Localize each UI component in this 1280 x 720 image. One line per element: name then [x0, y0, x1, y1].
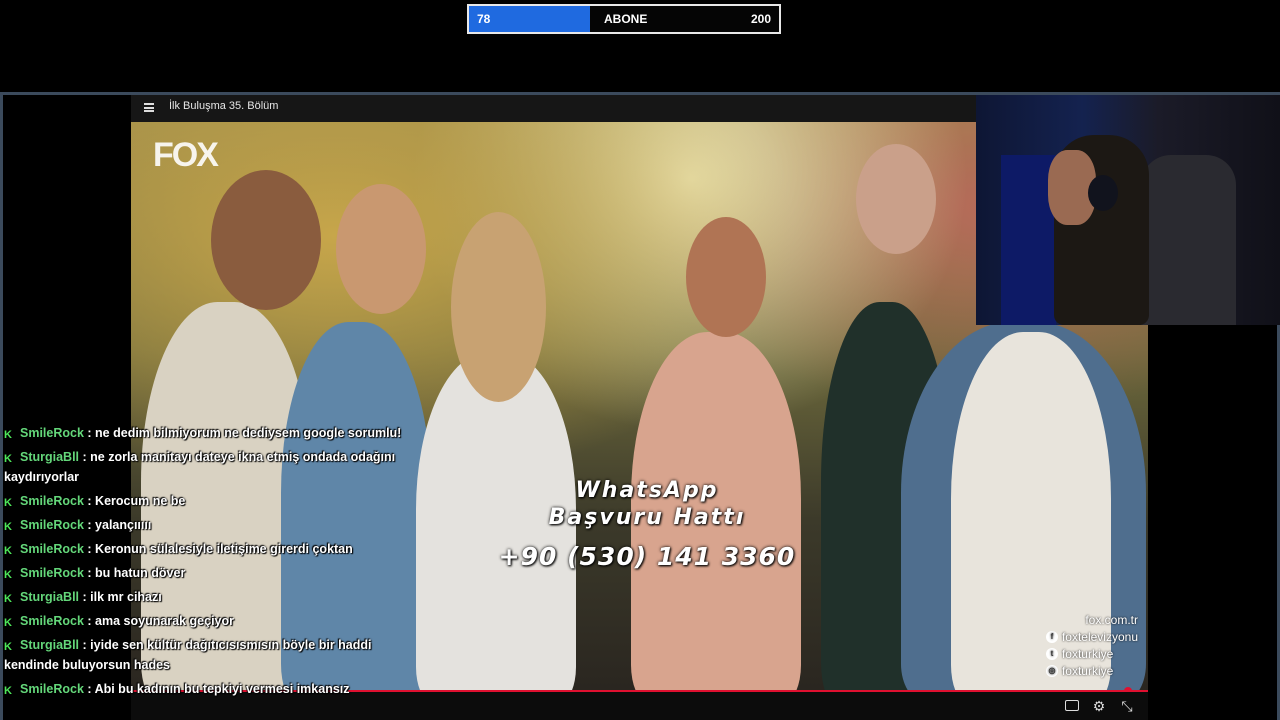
chat-message: K SturgiaBll : ilk mr cihazı [4, 587, 414, 607]
kick-badge-icon: K [4, 569, 12, 581]
chat-username: SmileRock [20, 682, 84, 696]
chat-message: K SmileRock : yalançııııı [4, 515, 414, 535]
kick-badge-icon: K [4, 521, 12, 533]
person-head [336, 184, 426, 314]
menu-icon[interactable] [144, 103, 154, 112]
chat-message: K SmileRock : bu hatun döver [4, 563, 414, 583]
kick-badge-icon: K [4, 641, 12, 653]
subtitles-icon[interactable] [1064, 698, 1080, 714]
kick-badge-icon: K [4, 545, 12, 557]
chat-message: K SturgiaBll : iyide sen kültür dağıtıcıs… [4, 635, 414, 675]
webcam-gaming-chair [1141, 155, 1236, 325]
twitter-handle: foxturkiye [1061, 647, 1114, 661]
chat-username: SmileRock [20, 566, 84, 580]
exit-fullscreen-icon[interactable]: ⤡ [1119, 698, 1135, 714]
person-head [856, 144, 936, 254]
headphones-icon [1088, 175, 1118, 211]
kick-badge-icon: K [4, 429, 12, 441]
chat-overlay: K SmileRock : ne dedim bilmiyorum ne dedi… [4, 423, 414, 703]
chat-username: SmileRock [20, 614, 84, 628]
chat-text: : ne dedim bilmiyorum ne dediysem google… [87, 426, 402, 440]
chat-text: : yalançııııı [87, 518, 152, 532]
chat-message: K SmileRock : ama soyunarak geçiyor [4, 611, 414, 631]
overlay-line-basvuru: Başvuru Hattı [548, 505, 746, 530]
overlay-line-whatsapp: WhatsApp [575, 478, 719, 503]
whatsapp-overlay: WhatsApp Başvuru Hattı +90 (530) 141 336… [487, 478, 807, 571]
chat-text: : ama soyunarak geçiyor [87, 614, 235, 628]
kick-badge-icon: K [4, 685, 12, 697]
facebook-icon: f [1045, 631, 1058, 643]
gear-icon[interactable]: ⚙ [1091, 698, 1107, 714]
goal-target-count: 200 [750, 12, 771, 26]
fox-logo: FOX [153, 136, 219, 174]
chat-username: SmileRock [20, 494, 84, 508]
kick-badge-icon: K [4, 617, 12, 629]
goal-current-count: 78 [477, 12, 491, 26]
chat-username: SmileRock [20, 518, 84, 532]
instagram-row: ◎ foxturkiye [1045, 664, 1138, 678]
chat-message: K SturgiaBll : ne zorla manitayı dateye i… [4, 447, 414, 487]
chat-text: : Kerocum ne be [87, 494, 186, 508]
person-head [211, 170, 321, 310]
chat-message: K SmileRock : Abi bu kadının bu tepkiyi v… [4, 679, 414, 699]
twitter-icon: t [1045, 648, 1058, 660]
chat-message: K SmileRock : Keronun sülalesiyle iletişi… [4, 539, 414, 559]
overlay-phone-number: +90 (530) 141 3360 [498, 542, 796, 571]
instagram-handle: foxturkiye [1061, 664, 1114, 678]
subscriber-goal-bar: 78 ABONE 200 [467, 4, 781, 34]
goal-label: ABONE [604, 12, 648, 26]
kick-badge-icon: K [4, 453, 12, 465]
video-title[interactable]: İlk Buluşma 35. Bölüm [169, 100, 278, 112]
chat-text: : Keronun sülalesiyle iletişime girerdi … [87, 542, 353, 556]
chat-username: SturgiaBll [20, 590, 80, 604]
chat-message: K SmileRock : Kerocum ne be [4, 491, 414, 511]
instagram-icon: ◎ [1045, 665, 1058, 677]
chat-username: SmileRock [20, 426, 84, 440]
twitter-row: t foxturkiye [1045, 647, 1138, 661]
person-head [686, 217, 766, 337]
chat-username: SturgiaBll [20, 638, 80, 652]
kick-badge-icon: K [4, 497, 12, 509]
chat-text: : bu hatun döver [87, 566, 186, 580]
facebook-row: f foxtelevizyonu [1045, 630, 1138, 644]
social-handles: fox.com.tr f foxtelevizyonu t foxturkiye… [1045, 613, 1138, 678]
website-label: fox.com.tr [1085, 613, 1138, 627]
webcam-overlay [976, 95, 1280, 325]
chat-text: : Abi bu kadının bu tepkiyi vermesi imka… [87, 682, 350, 696]
facebook-handle: foxtelevizyonu [1061, 630, 1138, 644]
chat-username: SmileRock [20, 542, 84, 556]
chat-text: : ilk mr cihazı [82, 590, 162, 604]
chat-message: K SmileRock : ne dedim bilmiyorum ne dedi… [4, 423, 414, 443]
kick-badge-icon: K [4, 593, 12, 605]
chat-username: SturgiaBll [20, 450, 80, 464]
person-head [451, 212, 546, 402]
